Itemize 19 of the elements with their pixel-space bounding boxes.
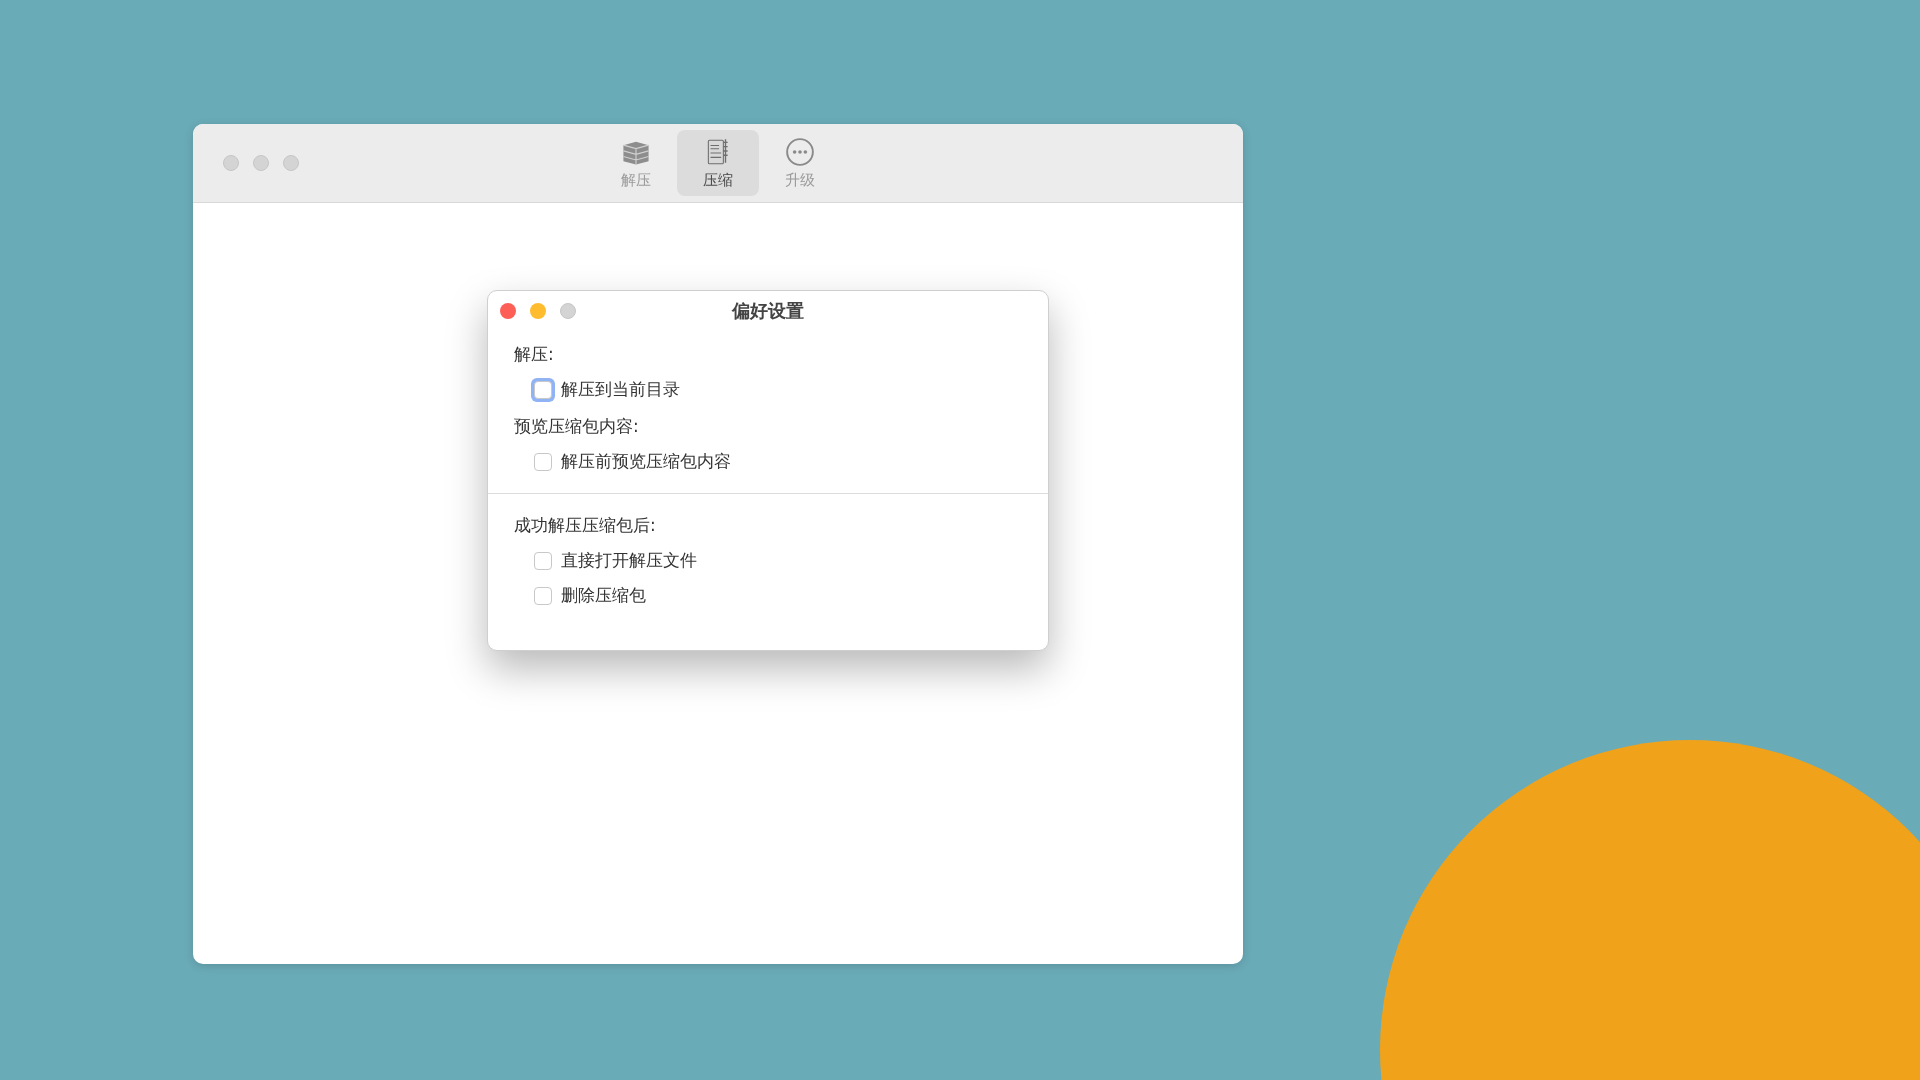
checkbox[interactable]	[534, 586, 552, 605]
checkbox-option[interactable]: 解压前预览压缩包内容	[514, 450, 1022, 473]
more-icon	[784, 136, 816, 167]
zoom-button[interactable]	[283, 155, 299, 171]
section-label: 预览压缩包内容:	[514, 415, 640, 438]
dialog-title: 偏好设置	[732, 299, 804, 323]
minimize-button[interactable]	[253, 155, 269, 171]
minimize-button[interactable]	[530, 303, 546, 319]
checkbox-option[interactable]: 删除压缩包	[514, 584, 1022, 607]
section-label: 成功解压压缩包后:	[514, 514, 657, 537]
checkbox[interactable]	[534, 452, 552, 471]
section-label: 解压:	[514, 343, 555, 366]
toolbar-tab[interactable]: 压缩	[677, 130, 759, 196]
checkbox[interactable]	[534, 551, 552, 570]
zoom-button[interactable]	[560, 303, 576, 319]
close-button[interactable]	[223, 155, 239, 171]
checkbox-option[interactable]: 解压到当前目录	[514, 378, 1022, 401]
close-button[interactable]	[500, 303, 516, 319]
checkbox-option[interactable]: 直接打开解压文件	[514, 549, 1022, 572]
